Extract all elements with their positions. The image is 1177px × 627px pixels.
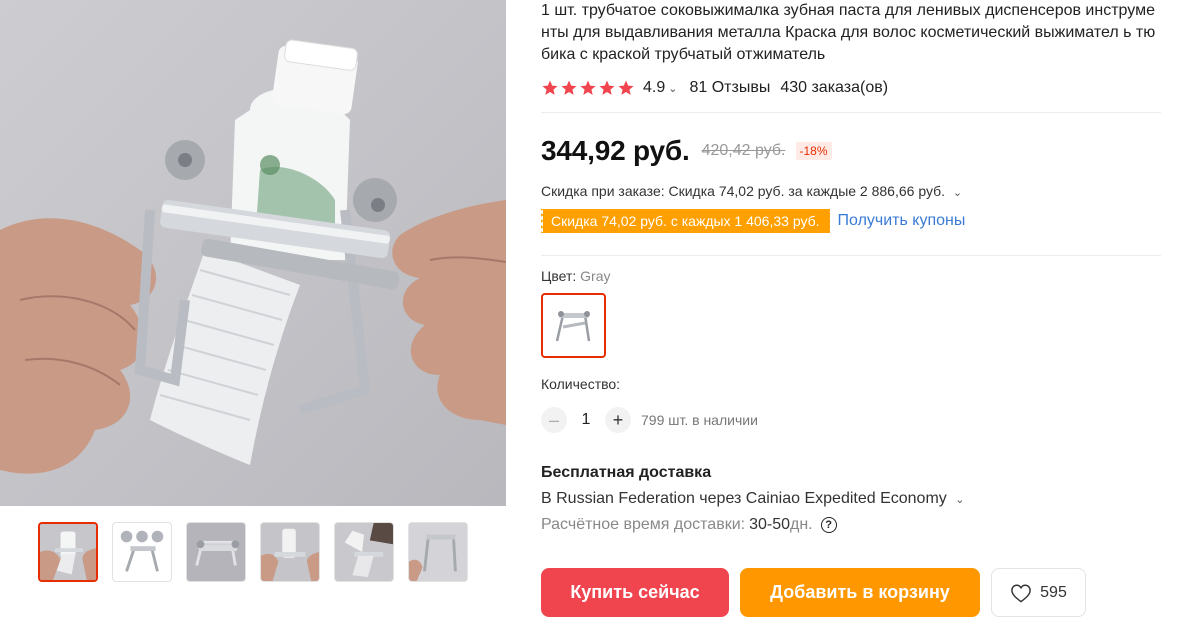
divider xyxy=(541,255,1161,256)
shipping-method-text: В Russian Federation через Cainiao Exped… xyxy=(541,490,947,507)
color-value: Gray xyxy=(580,268,611,284)
wishlist-button[interactable]: 595 xyxy=(991,568,1086,617)
coupon-row: Скидка 74,02 руб. с каждых 1 406,33 руб.… xyxy=(539,209,1161,233)
current-price: 344,92 руб. xyxy=(541,135,690,166)
star-icon xyxy=(580,80,596,95)
star-icon xyxy=(599,80,615,95)
coupon-tag: Скидка 74,02 руб. с каждых 1 406,33 руб. xyxy=(539,209,832,233)
quantity-label: Количество: xyxy=(541,376,621,392)
rating-stars xyxy=(541,79,635,97)
thumbnail-strip xyxy=(38,522,468,582)
color-swatch-gray[interactable] xyxy=(541,293,606,358)
main-product-image[interactable] xyxy=(0,0,506,506)
reviews-link[interactable]: 81 Отзывы xyxy=(689,79,770,97)
color-label-text: Цвет: xyxy=(541,268,577,284)
chevron-down-icon[interactable]: ⌄ xyxy=(955,494,964,506)
thumbnail-6[interactable] xyxy=(408,522,468,582)
product-title: 1 шт. трубчатое соковыжималка зубная пас… xyxy=(541,2,1156,63)
discount-badge: -18% xyxy=(795,142,832,160)
delivery-time-label: Расчётное время доставки: xyxy=(541,516,746,533)
star-icon xyxy=(542,80,558,95)
stock-info: 799 шт. в наличии xyxy=(641,412,758,428)
add-to-cart-button[interactable]: Добавить в корзину xyxy=(740,568,980,617)
delivery-time: Расчётное время доставки: 30-50 дн. ? xyxy=(541,516,1161,534)
increase-quantity-button[interactable]: + xyxy=(605,407,631,433)
price-row: 344,92 руб. 420,42 руб. -18% xyxy=(541,135,1161,167)
divider xyxy=(541,112,1161,113)
help-icon[interactable]: ? xyxy=(820,517,837,533)
thumbnail-5[interactable] xyxy=(334,522,394,582)
rating-row: 4.9 ⌄ 81 Отзывы 430 заказа(ов) xyxy=(541,77,1161,99)
action-buttons: Купить сейчас Добавить в корзину 595 xyxy=(541,568,1086,617)
rating-value[interactable]: 4.9 xyxy=(643,79,665,97)
thumbnail-1[interactable] xyxy=(38,522,98,582)
star-icon xyxy=(561,80,577,95)
chevron-down-icon[interactable]: ⌄ xyxy=(668,82,677,95)
order-discount-info[interactable]: Скидка при заказе: Скидка 74,02 руб. за … xyxy=(541,183,1161,199)
quantity-stepper: – 1 + 799 шт. в наличии xyxy=(541,406,1161,434)
delivery-days: 30-50 xyxy=(749,516,790,533)
thumbnail-3[interactable] xyxy=(186,522,246,582)
delivery-unit: дн. xyxy=(790,516,813,533)
thumbnail-4[interactable] xyxy=(260,522,320,582)
wishlist-count: 595 xyxy=(1040,583,1067,601)
color-label: Цвет: Gray xyxy=(541,268,1161,284)
original-price: 420,42 руб. xyxy=(701,142,786,159)
shipping-method[interactable]: В Russian Federation через Cainiao Exped… xyxy=(541,490,1161,508)
product-info: 1 шт. трубчатое соковыжималка зубная пас… xyxy=(539,0,1161,534)
get-coupons-link[interactable]: Получить купоны xyxy=(838,212,966,230)
thumbnail-2[interactable] xyxy=(112,522,172,582)
order-discount-text: Скидка при заказе: Скидка 74,02 руб. за … xyxy=(541,183,946,199)
buy-now-button[interactable]: Купить сейчас xyxy=(541,568,729,617)
shipping-title: Бесплатная доставка xyxy=(541,464,712,481)
decrease-quantity-button[interactable]: – xyxy=(541,407,567,433)
orders-count: 430 заказа(ов) xyxy=(780,79,889,96)
star-icon xyxy=(618,80,634,95)
quantity-value[interactable]: 1 xyxy=(567,411,605,429)
heart-icon xyxy=(1011,584,1031,603)
chevron-down-icon[interactable]: ⌄ xyxy=(953,187,962,199)
